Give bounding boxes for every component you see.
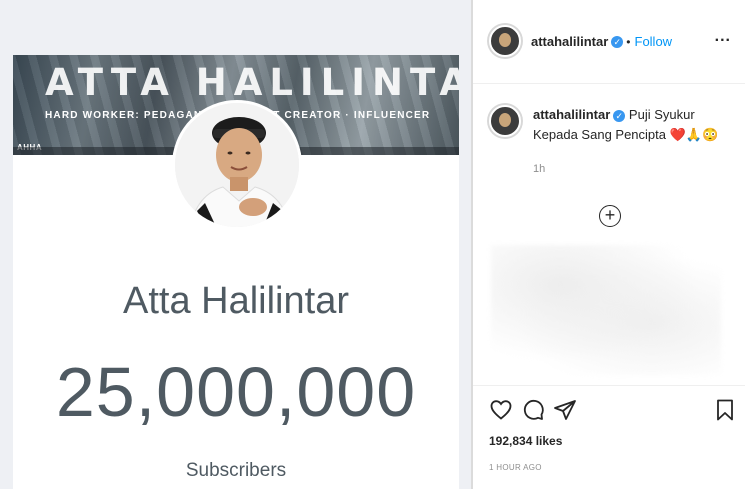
person-portrait-icon [175, 103, 299, 227]
actions-bar: 192,834 likes 1 HOUR AGO [473, 385, 745, 489]
subscriber-count: 25,000,000 [55, 353, 417, 431]
caption-time: 1h [533, 163, 546, 175]
post-image: ATTA HALILINTAR HARD WORKER: PEDAGANG · … [0, 0, 472, 489]
channel-avatar [172, 100, 302, 230]
header-username[interactable]: attahalilintar [531, 34, 608, 49]
dot-separator: • [626, 35, 631, 49]
likes-count[interactable]: 192,834 likes [489, 434, 562, 448]
blurred-comments [491, 245, 721, 375]
comment-icon[interactable] [521, 398, 545, 422]
channel-name: Atta Halilintar [123, 280, 349, 322]
caption-section: attahalilintar ✓ Puji Syukur Kepada Sang … [473, 85, 745, 385]
post-sidebar: attahalilintar ✓ • Follow ... attahalilinta… [473, 0, 745, 489]
header-avatar[interactable] [487, 23, 523, 59]
caption: attahalilintar ✓ Puji Syukur Kepada Sang … [533, 105, 733, 145]
verified-icon: ✓ [611, 35, 624, 48]
follow-button[interactable]: Follow [635, 34, 673, 49]
subscriber-label: Subscribers [185, 460, 287, 481]
more-icon[interactable]: ... [715, 28, 731, 46]
verified-icon: ✓ [613, 109, 626, 122]
share-icon[interactable] [553, 398, 577, 422]
posted-time: 1 HOUR AGO [489, 463, 542, 472]
caption-avatar[interactable] [487, 103, 523, 139]
bookmark-icon[interactable] [713, 398, 737, 422]
post-header: attahalilintar ✓ • Follow ... [473, 0, 745, 84]
plus-circle-icon[interactable]: + [599, 205, 621, 227]
heart-icon[interactable] [489, 398, 513, 422]
banner-title: ATTA HALILINTAR [45, 61, 459, 104]
caption-username[interactable]: attahalilintar [533, 107, 610, 122]
